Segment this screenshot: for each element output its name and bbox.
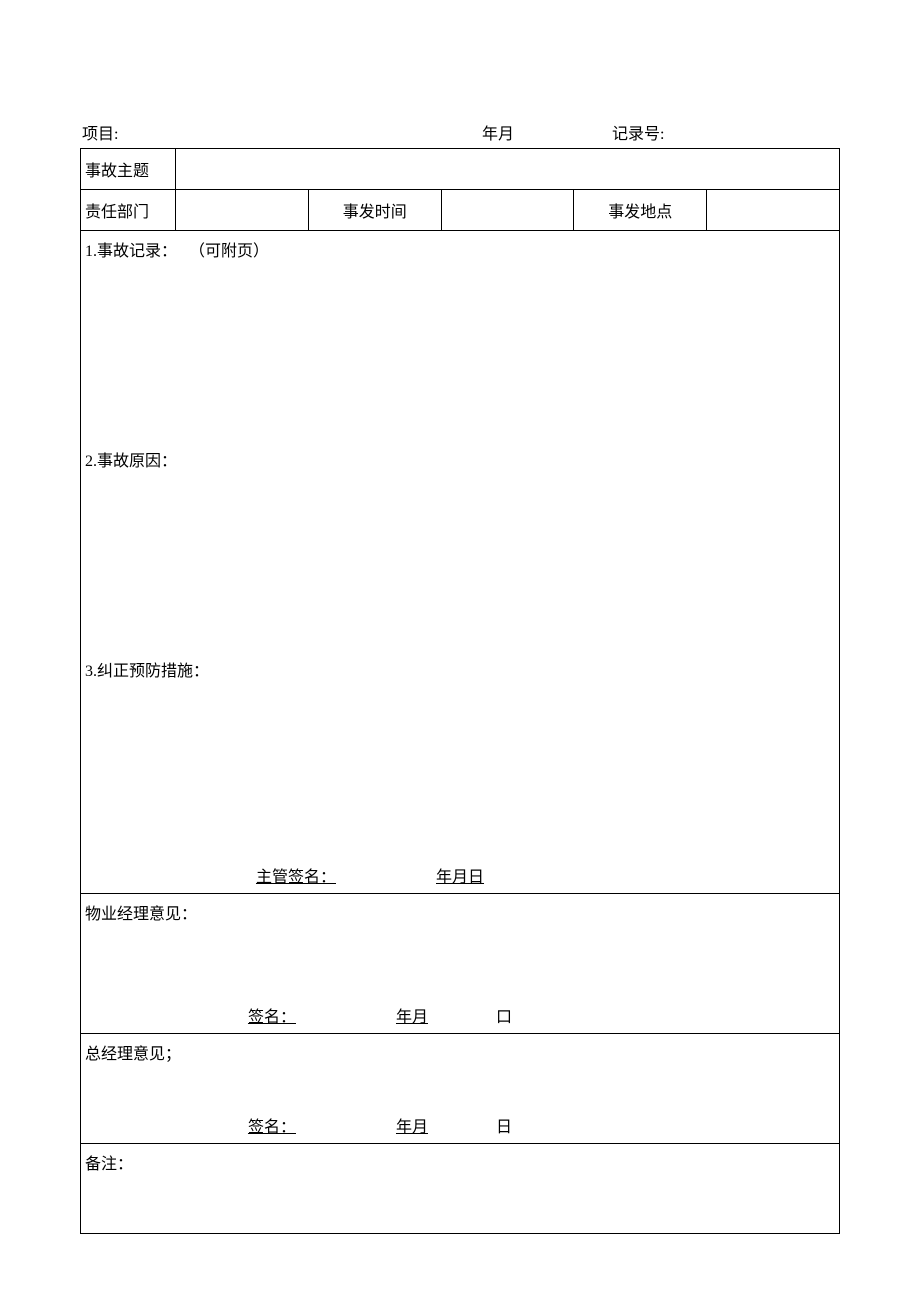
pm-opinion-cell[interactable]: 物业经理意见： 签名： 年月 口	[81, 894, 840, 1034]
pm-signature-line: 签名： 年月 口	[81, 1003, 839, 1027]
dept-label: 责任部门	[81, 190, 176, 231]
gm-opinion-row: 总经理意见； 签名： 年月 日	[81, 1034, 840, 1144]
project-label: 项目:	[82, 120, 482, 144]
dept-value[interactable]	[176, 190, 309, 231]
pm-sig-day: 口	[496, 1009, 512, 1026]
supervisor-sig-date: 年月日	[436, 863, 484, 887]
pm-opinion-row: 物业经理意见： 签名： 年月 口	[81, 894, 840, 1034]
incident-time-value[interactable]	[441, 190, 574, 231]
pm-opinion-title: 物业经理意见：	[85, 900, 835, 924]
dept-row: 责任部门 事发时间 事发地点	[81, 190, 840, 231]
gm-sig-ym: 年月	[396, 1119, 428, 1136]
subject-label: 事故主题	[81, 149, 176, 190]
incident-cause-title: 2.事故原因：	[85, 453, 177, 470]
subject-row: 事故主题	[81, 149, 840, 190]
incident-record-section: 1.事故记录： （可附页）	[85, 237, 835, 427]
supervisor-sig-label: 主管签名：	[256, 863, 336, 887]
supervisor-signature-line: 主管签名： 年月日	[81, 863, 839, 887]
pm-sig-label: 签名：	[248, 1003, 296, 1027]
form-header: 项目: 年月 记录号:	[80, 120, 840, 144]
gm-sig-day: 日	[496, 1119, 512, 1136]
note-title: 备注：	[85, 1150, 835, 1174]
incident-record-title: 1.事故记录：	[85, 243, 177, 260]
record-number-label: 记录号:	[612, 120, 838, 144]
gm-opinion-cell[interactable]: 总经理意见； 签名： 年月 日	[81, 1034, 840, 1144]
corrective-action-section: 3.纠正预防措施：	[85, 657, 835, 867]
sections-row: 1.事故记录： （可附页） 2.事故原因： 3.纠正预防措施： 主管签名： 年月…	[81, 231, 840, 894]
pm-sig-ym: 年月	[396, 1009, 428, 1026]
gm-sig-label: 签名：	[248, 1113, 296, 1137]
subject-value[interactable]	[176, 149, 840, 190]
incident-time-label: 事发时间	[308, 190, 441, 231]
incident-location-label: 事发地点	[574, 190, 707, 231]
sections-cell[interactable]: 1.事故记录： （可附页） 2.事故原因： 3.纠正预防措施： 主管签名： 年月…	[81, 231, 840, 894]
gm-signature-line: 签名： 年月 日	[81, 1113, 839, 1137]
incident-cause-section: 2.事故原因：	[85, 447, 835, 637]
note-row: 备注：	[81, 1144, 840, 1234]
note-cell[interactable]: 备注：	[81, 1144, 840, 1234]
incident-form-table: 事故主题 责任部门 事发时间 事发地点 1.事故记录： （可附页） 2.事故原因…	[80, 148, 840, 1234]
gm-opinion-title: 总经理意见；	[85, 1040, 835, 1064]
incident-record-note: （可附页）	[189, 243, 269, 260]
incident-location-value[interactable]	[707, 190, 840, 231]
corrective-action-title: 3.纠正预防措施：	[85, 663, 209, 680]
year-month-label: 年月	[482, 120, 612, 144]
